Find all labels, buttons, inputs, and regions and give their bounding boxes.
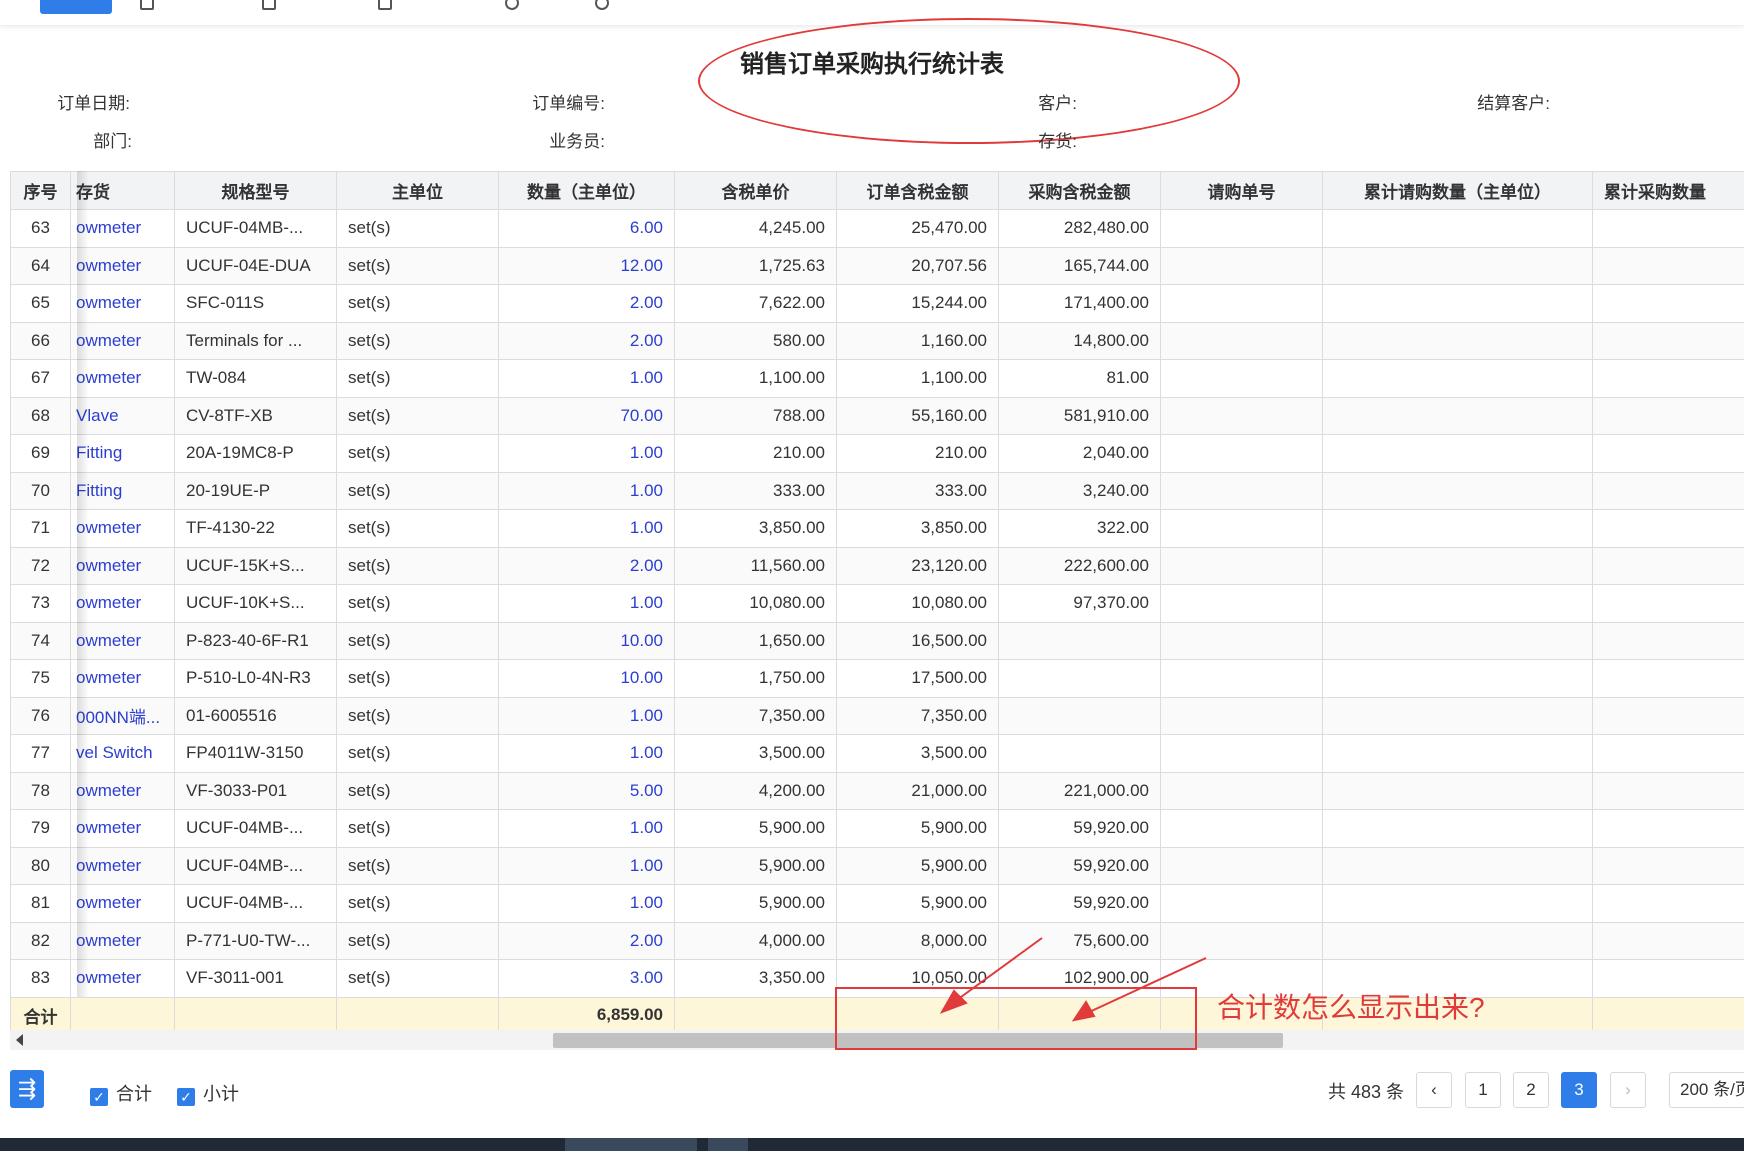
taskbar-item[interactable] [708,1138,748,1151]
os-taskbar [0,1138,1744,1151]
annotation-arrows [939,937,1207,1022]
total-checkbox[interactable]: ✓ 合计 [90,1080,152,1106]
report-page: 销售订单采购执行统计表 订单日期: 订单编号: 客户: 结算客户: 部门: 业务… [0,0,1744,1151]
check-icon: ✓ [90,1088,108,1106]
prev-page-button[interactable]: ‹ [1416,1072,1452,1108]
annotation-arrowhead-1 [939,989,968,1014]
total-checkbox-label: 合计 [116,1084,152,1104]
annotation-question: 合计数怎么显示出来? [1217,992,1485,1023]
total-count: 共 483 条 [1328,1082,1405,1102]
annotation-arrow-line-1 [949,937,1043,1006]
page-size-select[interactable]: 200 条/页 [1669,1072,1744,1108]
page-button-3[interactable]: 3 [1561,1072,1597,1108]
annotation-arrowhead-2 [1071,1000,1096,1022]
check-icon: ✓ [177,1088,195,1106]
subtotal-checkbox[interactable]: ✓ 小计 [177,1080,239,1106]
taskbar-item[interactable] [565,1138,697,1151]
page-button-1[interactable]: 1 [1465,1072,1501,1108]
table-footer: ⇶ ✓ 合计 ✓ 小计 共 483 条 ‹ 1 2 3 › 200 条/页 [0,1056,1744,1128]
next-page-button[interactable]: › [1610,1072,1646,1108]
column-settings-button[interactable]: ⇶ [10,1070,44,1108]
subtotal-checkbox-label: 小计 [203,1084,239,1104]
page-button-2[interactable]: 2 [1513,1072,1549,1108]
annotation-arrow-line-2 [1084,957,1207,1015]
